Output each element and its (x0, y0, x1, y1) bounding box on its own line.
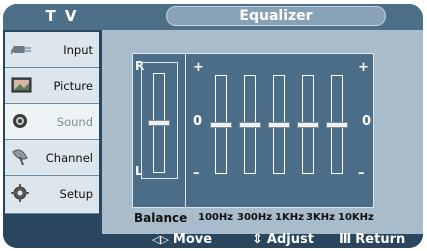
band-label-1khz: 1KHz (275, 212, 304, 223)
move-hint: ◁▷ Move (152, 232, 212, 247)
sidebar-item-label: Input (63, 43, 93, 57)
tv-screen: T V Equalizer Input Picture Sound Channe… (0, 0, 427, 251)
sidebar-item-picture[interactable]: Picture (5, 68, 99, 104)
balance-label: Balance (134, 211, 188, 225)
sidebar-item-label: Picture (53, 79, 93, 93)
balance-slider-knob[interactable] (148, 120, 170, 126)
sidebar-item-sound[interactable]: Sound (5, 104, 99, 140)
osd-frame: T V Equalizer Input Picture Sound Channe… (3, 4, 423, 248)
header-bar: T V Equalizer (3, 4, 423, 30)
sidebar-item-label: Setup (59, 187, 93, 201)
sidebar-item-label: Channel (45, 151, 93, 165)
sidebar-item-channel[interactable]: Channel (5, 140, 99, 176)
band-label-10khz: 10KHz (338, 212, 374, 223)
footer-hints: ◁▷ Move ⇕ Adjust Ⅲ Return (3, 232, 423, 248)
speaker-icon (13, 114, 27, 128)
band-slider-knob[interactable] (239, 121, 261, 128)
equalizer-panel: R L + + 0 0 – – Balance 100Hz 300Hz 1KHz… (102, 30, 423, 234)
return-icon: Ⅲ (339, 232, 352, 247)
adjust-label: Adjust (266, 232, 314, 247)
return-label: Return (355, 232, 406, 247)
tv-label: T V (45, 7, 79, 25)
band-label-300hz: 300Hz (237, 212, 273, 223)
equalizer-box: R L + + 0 0 – – (132, 53, 374, 208)
band-slider-knob[interactable] (268, 121, 290, 128)
minus-label-left: – (193, 166, 200, 181)
band-slider-knob[interactable] (297, 121, 319, 128)
band-label-3khz: 3KHz (306, 212, 335, 223)
band-slider-knob[interactable] (326, 121, 348, 128)
band-slider-knob[interactable] (210, 121, 232, 128)
sidebar-item-input[interactable]: Input (5, 32, 99, 68)
plus-label-left: + (193, 60, 204, 75)
sidebar-item-label: Sound (56, 115, 93, 129)
sidebar-item-setup[interactable]: Setup (5, 176, 99, 214)
return-hint: Ⅲ Return (339, 232, 405, 247)
picture-icon (11, 77, 32, 93)
page-title: Equalizer (239, 8, 313, 24)
adjust-hint: ⇕ Adjust (252, 232, 314, 247)
zero-label-right: 0 (362, 114, 372, 129)
page-title-pill: Equalizer (166, 6, 386, 26)
eq-divider (185, 54, 186, 207)
band-label-100hz: 100Hz (198, 212, 234, 223)
move-label: Move (172, 232, 213, 247)
gear-icon (11, 184, 29, 202)
plus-label-right: + (358, 60, 369, 75)
move-arrows-icon: ◁▷ (152, 233, 169, 246)
adjust-arrows-icon: ⇕ (252, 232, 263, 247)
satellite-dish-icon (12, 149, 28, 166)
zero-label-left: 0 (193, 114, 203, 129)
minus-label-right: – (358, 166, 365, 181)
sidebar-menu: Input Picture Sound Channel Setup (3, 30, 102, 234)
input-plug-icon (11, 46, 31, 55)
